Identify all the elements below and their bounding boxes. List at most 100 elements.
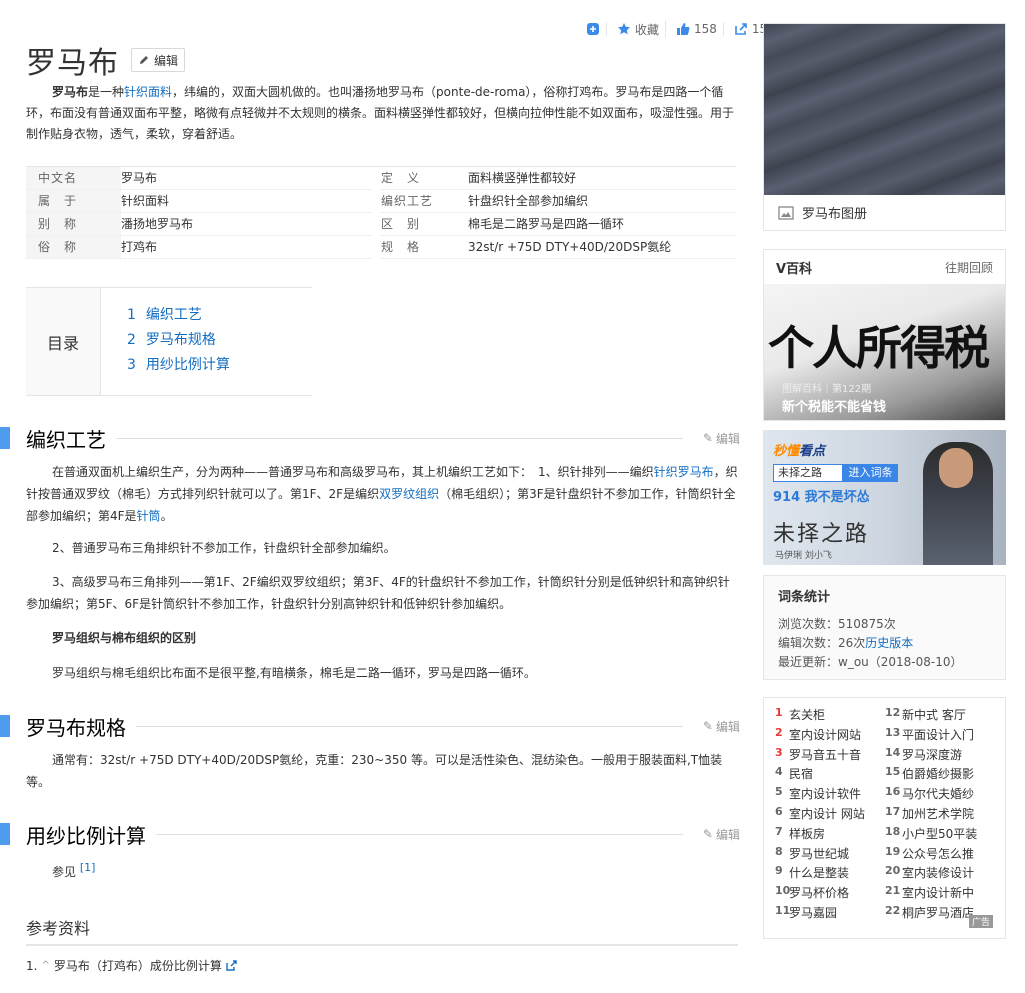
hot-label: 罗马杯价格	[789, 886, 850, 901]
hot-list-item[interactable]: 12 新中式 客厅	[885, 706, 995, 726]
fabric-photo[interactable]	[764, 24, 1005, 195]
hot-list-item[interactable]: 5 室内设计软件	[775, 785, 885, 805]
info-key: 规 格	[381, 240, 421, 254]
like-button[interactable]: 158	[670, 22, 724, 36]
inline-link[interactable]: 针筒	[137, 509, 161, 523]
hot-label: 伯爵婚纱摄影	[902, 767, 975, 782]
summary-link[interactable]: 针织面料	[124, 85, 172, 99]
hot-list-item[interactable]: 8 罗马世纪城	[775, 845, 885, 865]
hot-list-item[interactable]: 19 公众号怎么推	[885, 845, 995, 865]
action-bar: 收藏 158 15	[580, 20, 773, 38]
hot-list-item[interactable]: 10 罗马杯价格	[775, 884, 885, 904]
hot-list-item[interactable]: 14 罗马深度游	[885, 746, 995, 766]
hot-rank: 18	[885, 824, 901, 838]
album-card[interactable]: 罗马布图册	[763, 23, 1006, 231]
references-title: 参考资料	[26, 919, 91, 938]
plus-square-icon	[587, 23, 599, 35]
catalog: 目录 1 编织工艺 2 罗马布规格 3 用纱比例计算	[26, 287, 312, 396]
page-title: 罗马布	[26, 46, 119, 81]
hot-list-item[interactable]: 20 室内装修设计	[885, 864, 995, 884]
history-link[interactable]: 历史版本	[865, 636, 913, 650]
v-baike-more-link[interactable]: 往期回顾	[945, 259, 993, 276]
reference-link[interactable]: 罗马布（打鸡布）成份比例计算	[54, 957, 222, 974]
stats-title: 词条统计	[778, 590, 831, 605]
pencil-icon: ✎	[702, 719, 713, 733]
basic-info-row: 属 于针织面料 编织工艺 针盘织针全部参加编织	[26, 190, 736, 213]
edit-button[interactable]: 编辑	[131, 48, 186, 72]
hot-rank: 5	[775, 785, 783, 799]
info-key: 别 称	[26, 213, 121, 235]
hot-rank: 1	[775, 706, 783, 719]
inline-link[interactable]: 双罗纹组织	[379, 487, 439, 501]
section-edit-button[interactable]: ✎ 编辑	[703, 718, 740, 735]
hot-list-item[interactable]: 4 民宿	[775, 765, 885, 785]
hot-label: 室内设计网站	[789, 727, 862, 742]
hot-list-item[interactable]: 16 马尔代夫婚纱	[885, 785, 995, 805]
catalog-number: 1	[127, 307, 136, 323]
ad-badge: 广告	[968, 915, 993, 928]
promo-go-button[interactable]: 进入词条	[843, 464, 898, 482]
section-marker	[0, 715, 10, 737]
hot-list-item[interactable]: 3 罗马音五十音	[775, 746, 885, 766]
divider	[156, 833, 683, 835]
hot-label: 罗马音五十音	[789, 747, 862, 762]
hot-list-item[interactable]: 2 室内设计网站	[775, 726, 885, 746]
paragraph: 参见 [1]	[26, 857, 738, 883]
promo-brand: 秒懂看点	[773, 444, 826, 459]
v-baike-banner[interactable]: 个人所得税 图解百科｜第122期 新个税能不能省钱	[764, 284, 1005, 420]
catalog-item[interactable]: 1 编织工艺	[127, 304, 230, 329]
hot-label: 罗马嘉园	[789, 905, 838, 920]
banner-meta: 图解百科｜第122期	[782, 384, 872, 395]
person-face	[939, 448, 973, 488]
hot-list-item[interactable]: 13 平面设计入门	[885, 726, 995, 746]
hot-rank: 4	[775, 765, 783, 779]
hot-list-item[interactable]: 7 样板房	[775, 825, 885, 845]
catalog-item[interactable]: 3 用纱比例计算	[127, 354, 230, 379]
inline-link[interactable]: 针织罗马布	[654, 465, 714, 479]
hot-rank: 15	[885, 765, 901, 779]
collect-label: 收藏	[635, 22, 660, 37]
divider	[26, 944, 738, 946]
hot-list-item[interactable]: 15 伯爵婚纱摄影	[885, 765, 995, 785]
hot-label: 室内装修设计	[902, 866, 975, 881]
basic-info-row: 别 称潘扬地罗马布 区 别 棉毛是二路罗马是四路一循环	[26, 213, 736, 236]
hot-list-item[interactable]: 21 室内设计新中	[885, 884, 995, 904]
hot-label: 桐庐罗马酒店	[902, 905, 975, 920]
hot-rank: 13	[885, 725, 901, 739]
banner-subtitle: 新个税能不能省钱	[782, 400, 887, 415]
citation-link[interactable]: [1]	[80, 861, 96, 874]
section-header: 编织工艺 ✎ 编辑	[0, 425, 740, 452]
info-value[interactable]: 针织面料	[121, 190, 371, 212]
hot-label: 加州艺术学院	[902, 806, 975, 821]
edit-label: 编辑	[154, 53, 179, 68]
hot-label: 小户型50平装	[902, 826, 978, 841]
promo-banner[interactable]: 秒懂看点 未择之路 进入词条 914 我不是坏怂 未择之路 马伊琍 刘小飞	[763, 430, 1006, 565]
add-button[interactable]	[580, 22, 607, 36]
hot-rank: 22	[885, 903, 901, 917]
hot-list-item[interactable]: 1 玄关柜	[775, 706, 885, 726]
section-edit-button[interactable]: ✎ 编辑	[703, 826, 740, 843]
entry-stats: 词条统计 浏览次数：510875次 编辑次数：26次历史版本 最近更新：w_ou…	[763, 575, 1006, 680]
like-count: 158	[694, 22, 717, 36]
text: 参见	[52, 865, 77, 879]
hot-list-item[interactable]: 17 加州艺术学院	[885, 805, 995, 825]
album-caption[interactable]: 罗马布图册	[764, 195, 1005, 230]
section-marker	[0, 823, 10, 845]
hot-rank: 10	[775, 884, 791, 898]
basic-info-table: 中文名 罗马布定 义 面料横竖弹性都较好属 于针织面料 编织工艺 针盘织针全部参加编织别…	[26, 166, 736, 259]
text: 。	[160, 509, 173, 523]
hot-list-item[interactable]: 9 什么是整装	[775, 864, 885, 884]
hot-rank: 20	[885, 864, 901, 878]
info-value: 棉毛是二路罗马是四路一循环	[468, 217, 625, 231]
external-link-icon[interactable]	[226, 960, 237, 971]
info-value[interactable]: 罗马布	[121, 167, 371, 189]
hot-label: 室内设计软件	[789, 787, 862, 802]
hot-list-item[interactable]: 6 室内设计 网站	[775, 805, 885, 825]
hot-list-item[interactable]: 11 罗马嘉园	[775, 904, 885, 924]
catalog-item[interactable]: 2 罗马布规格	[127, 329, 230, 354]
hot-list-item[interactable]: 18 小户型50平装	[885, 825, 995, 845]
hot-rank: 17	[885, 804, 901, 818]
caret-up-icon[interactable]: ^	[41, 960, 49, 971]
section-edit-button[interactable]: ✎ 编辑	[703, 430, 740, 447]
collect-button[interactable]: 收藏	[611, 20, 667, 38]
